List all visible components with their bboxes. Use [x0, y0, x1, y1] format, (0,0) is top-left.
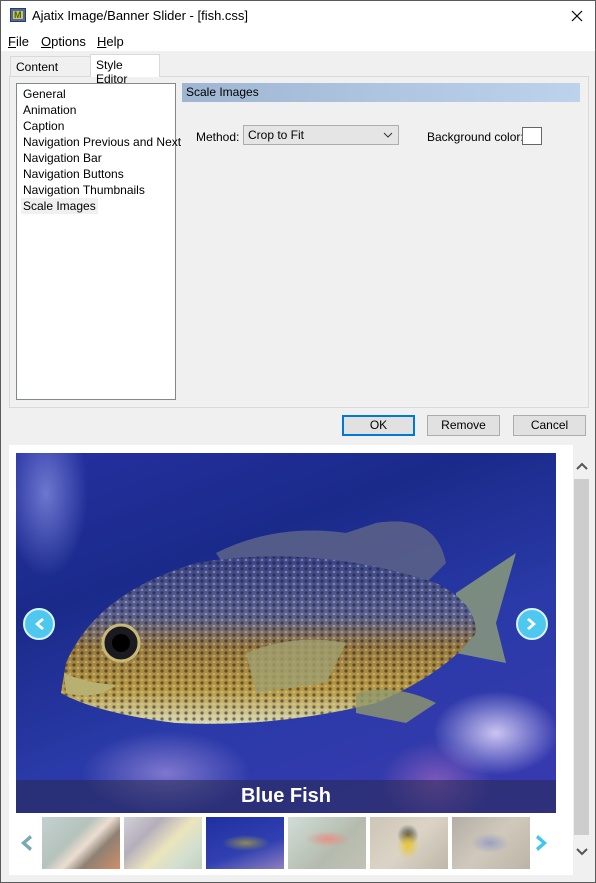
- tab-content-editor[interactable]: Content Editor: [10, 56, 91, 88]
- list-item-navigation-buttons[interactable]: Navigation Buttons: [21, 166, 126, 182]
- list-item-caption[interactable]: Caption: [21, 118, 66, 134]
- tab-style-editor[interactable]: Style Editor: [90, 54, 160, 86]
- menu-options-accel: O: [41, 34, 52, 49]
- list-item-animation[interactable]: Animation: [21, 102, 78, 118]
- close-button[interactable]: [565, 4, 589, 28]
- list-item-scale-images[interactable]: Scale Images: [21, 198, 98, 214]
- scroll-thumb[interactable]: [574, 479, 589, 835]
- menu-help-label: elp: [106, 34, 124, 49]
- close-icon: [571, 10, 583, 22]
- scroll-down-button[interactable]: [573, 843, 590, 860]
- app-window: M Ajatix Image/Banner Slider - [fish.css…: [0, 0, 596, 883]
- list-item-general[interactable]: General: [21, 86, 68, 102]
- thumbnail-clownfish[interactable]: [370, 817, 448, 869]
- preview-scrollbar[interactable]: [573, 453, 590, 863]
- method-label: Method:: [196, 130, 240, 144]
- thumbnails-prev-icon[interactable]: [18, 833, 34, 853]
- scroll-up-button[interactable]: [573, 457, 590, 474]
- title-bar: M Ajatix Image/Banner Slider - [fish.css…: [1, 1, 595, 31]
- list-item-navigation-prev-next[interactable]: Navigation Previous and Next: [21, 134, 183, 150]
- menu-file-label: ile: [15, 34, 29, 49]
- chevron-down-icon: [575, 847, 588, 855]
- chevron-right-icon: [527, 618, 536, 630]
- cancel-button[interactable]: Cancel: [513, 415, 586, 436]
- thumbnail-blue-fish[interactable]: [206, 817, 284, 869]
- menu-options-label: ptions: [51, 34, 86, 49]
- window-title: Ajatix Image/Banner Slider - [fish.css]: [32, 8, 249, 23]
- menu-bar: File Options Help: [1, 31, 595, 51]
- fish-illustration: [61, 521, 516, 724]
- slide-image: [16, 453, 556, 813]
- style-editor-panel: General Animation Caption Navigation Pre…: [9, 76, 589, 408]
- list-item-navigation-bar[interactable]: Navigation Bar: [21, 150, 104, 166]
- remove-button[interactable]: Remove: [427, 415, 500, 436]
- menu-help[interactable]: Help: [97, 34, 124, 49]
- background-color-swatch[interactable]: [522, 127, 542, 145]
- menu-options[interactable]: Options: [41, 34, 86, 49]
- thumbnail-strip: [16, 817, 556, 869]
- thumbnail-red-fish[interactable]: [288, 817, 366, 869]
- caption-bar: Blue Fish: [16, 780, 556, 813]
- thumbnails-next-icon[interactable]: [534, 833, 550, 853]
- menu-help-accel: H: [97, 34, 107, 49]
- ok-button[interactable]: OK: [342, 415, 415, 436]
- thumbnail-coral-fish[interactable]: [124, 817, 202, 869]
- app-logo-icon: M: [10, 8, 26, 22]
- slider-preview: Blue Fish: [9, 445, 573, 875]
- fish-anal-fin: [356, 689, 436, 723]
- list-item-navigation-thumbnails[interactable]: Navigation Thumbnails: [21, 182, 147, 198]
- method-select[interactable]: Crop to Fit: [243, 125, 399, 145]
- tab-strip: Content Editor Style Editor: [1, 51, 595, 88]
- thumbnail-butterflyfish[interactable]: [42, 817, 120, 869]
- method-select-value: Crop to Fit: [248, 128, 305, 142]
- chevron-down-icon: [383, 132, 393, 138]
- menu-file-accel: F: [8, 34, 16, 49]
- prev-slide-button[interactable]: [23, 608, 55, 640]
- next-slide-button[interactable]: [516, 608, 548, 640]
- background-color-label: Background color:: [427, 130, 524, 144]
- thumbnail-blue-tang[interactable]: [452, 817, 530, 869]
- chevron-left-icon: [35, 618, 44, 630]
- chevron-up-icon: [575, 462, 588, 470]
- slide-caption: Blue Fish: [240, 785, 331, 807]
- menu-file[interactable]: File: [8, 34, 29, 49]
- style-category-list[interactable]: General Animation Caption Navigation Pre…: [16, 83, 181, 400]
- section-header: Scale Images: [182, 83, 580, 102]
